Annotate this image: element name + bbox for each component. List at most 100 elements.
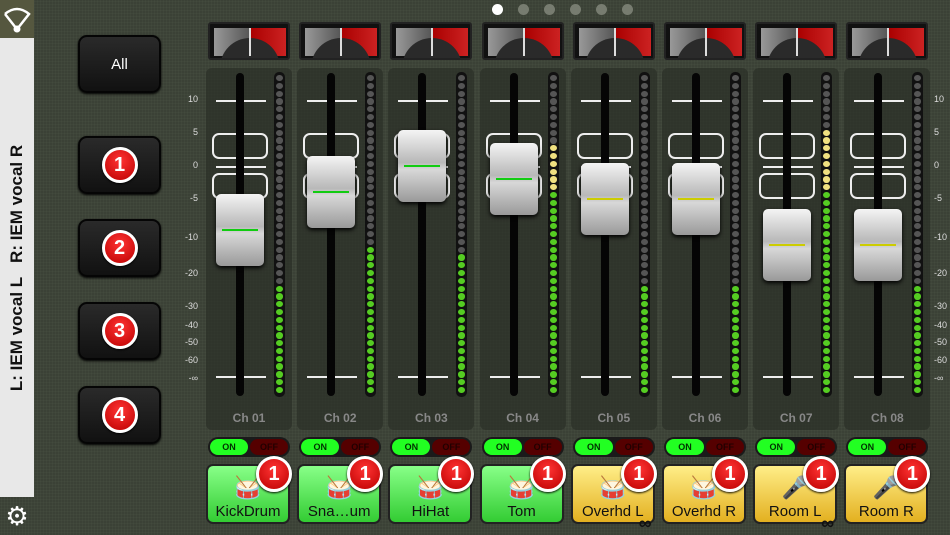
fader-handle[interactable] [672,163,720,235]
pan-knob[interactable] [299,22,382,60]
fader-track[interactable] [418,73,427,396]
fader-line [404,165,441,167]
on-button[interactable]: ON [210,439,248,455]
group-all-button[interactable]: All [78,35,161,93]
on-button[interactable]: ON [666,439,704,455]
meter-led [823,379,831,386]
fader-handle[interactable] [854,209,903,282]
on-button[interactable]: ON [483,439,522,455]
on-off-toggle[interactable]: ON OFF [299,437,382,457]
pan-knob[interactable] [390,22,473,60]
meter-led [276,316,283,323]
scale-label-left: -10 [184,232,198,242]
instrument-label: Tom [507,503,536,520]
monitor-mix-panel[interactable]: L: IEM vocal L R: IEM vocal R [0,38,34,497]
instrument-button[interactable]: 🥁 KickDrum 1 [206,456,292,524]
meter-led [823,106,831,113]
off-button[interactable]: OFF [341,439,380,455]
fader-handle[interactable] [763,209,812,282]
scale-label-left: -30 [184,301,198,311]
level-meter [365,72,377,397]
link-icon[interactable]: ∞ [639,513,652,534]
meter-led [458,90,466,97]
gear-icon[interactable]: ⚙ [0,497,34,535]
on-off-toggle[interactable]: ON OFF [664,437,746,457]
pan-knob[interactable] [755,22,838,60]
meter-led [276,215,283,222]
sidebar: L: IEM vocal L R: IEM vocal R ⚙ [0,0,34,535]
fader-handle[interactable] [216,194,264,267]
group-4-button[interactable]: 4 [78,386,161,444]
meter-led [823,371,831,378]
channel-strip: Ch 05 ON OFF 🥁 Overhd L 1 ∞ [570,0,657,535]
pan-knob[interactable] [846,22,929,60]
meter-led [914,145,922,152]
on-button[interactable]: ON [757,439,796,455]
meter-led [549,98,557,105]
mix-badge: 1 [712,456,748,492]
on-off-toggle[interactable]: ON OFF [572,437,655,457]
fader-handle[interactable] [580,163,629,235]
off-button[interactable]: OFF [523,439,562,455]
meter-led [458,98,466,105]
wifi-icon[interactable] [0,0,34,38]
pan-knob[interactable] [572,22,655,60]
instrument-button[interactable]: 🥁 Overhd R 1 [662,456,748,524]
meter-led [276,106,283,113]
meter-led [914,152,922,160]
meter-led [549,371,557,378]
pan-knob[interactable] [481,22,564,60]
link-icon[interactable]: ∞ [821,513,834,534]
off-button[interactable]: OFF [888,439,927,455]
fader-track[interactable] [509,73,518,396]
on-off-toggle[interactable]: ON OFF [481,437,564,457]
fader-line [769,244,806,247]
off-button[interactable]: OFF [797,439,836,455]
meter-led [276,207,283,214]
pan-knob[interactable] [664,22,746,60]
meter-led [549,215,557,222]
off-button[interactable]: OFF [614,439,653,455]
meter-led [914,191,922,199]
off-button[interactable]: OFF [250,439,288,455]
monitor-label: L: IEM vocal L R: IEM vocal R [7,144,26,392]
off-button[interactable]: OFF [432,439,471,455]
fader-handle[interactable] [489,143,538,216]
on-button[interactable]: ON [392,439,431,455]
instrument-button[interactable]: 🥁 Tom 1 [479,456,566,524]
fader-track[interactable] [327,73,336,396]
meter-led [549,308,557,316]
group-badge: 2 [101,230,138,266]
meter-led [732,113,739,121]
group-3-button[interactable]: 3 [78,302,161,360]
meter-led [276,191,283,199]
fader-handle[interactable] [398,130,447,202]
group-1-button[interactable]: 1 [78,136,161,194]
on-button[interactable]: ON [848,439,887,455]
on-off-toggle[interactable]: ON OFF [846,437,929,457]
meter-led [549,355,557,362]
meter-led [640,129,648,136]
on-off-toggle[interactable]: ON OFF [208,437,290,457]
instrument-button[interactable]: 🥁 HiHat 1 [388,456,475,524]
instrument-button[interactable]: 🎤 Room R 1 [844,456,931,524]
meter-led [914,246,922,253]
on-button[interactable]: ON [301,439,340,455]
on-button[interactable]: ON [574,439,613,455]
meter-led [640,269,648,277]
meter-led [732,207,739,214]
pan-knob[interactable] [208,22,290,60]
instrument-button[interactable]: 🥁 Sna…um 1 [297,456,384,524]
fader-handle[interactable] [307,156,356,229]
on-off-toggle[interactable]: ON OFF [390,437,473,457]
meter-led [823,168,831,175]
group-2-button[interactable]: 2 [78,219,161,277]
on-off-toggle[interactable]: ON OFF [755,437,838,457]
meter-led [549,254,557,261]
meter-led [732,160,739,168]
off-button[interactable]: OFF [706,439,744,455]
meter-led [276,254,283,261]
meter-led [914,277,922,285]
meter-led [367,145,375,152]
mix-badge: 1 [803,456,840,492]
